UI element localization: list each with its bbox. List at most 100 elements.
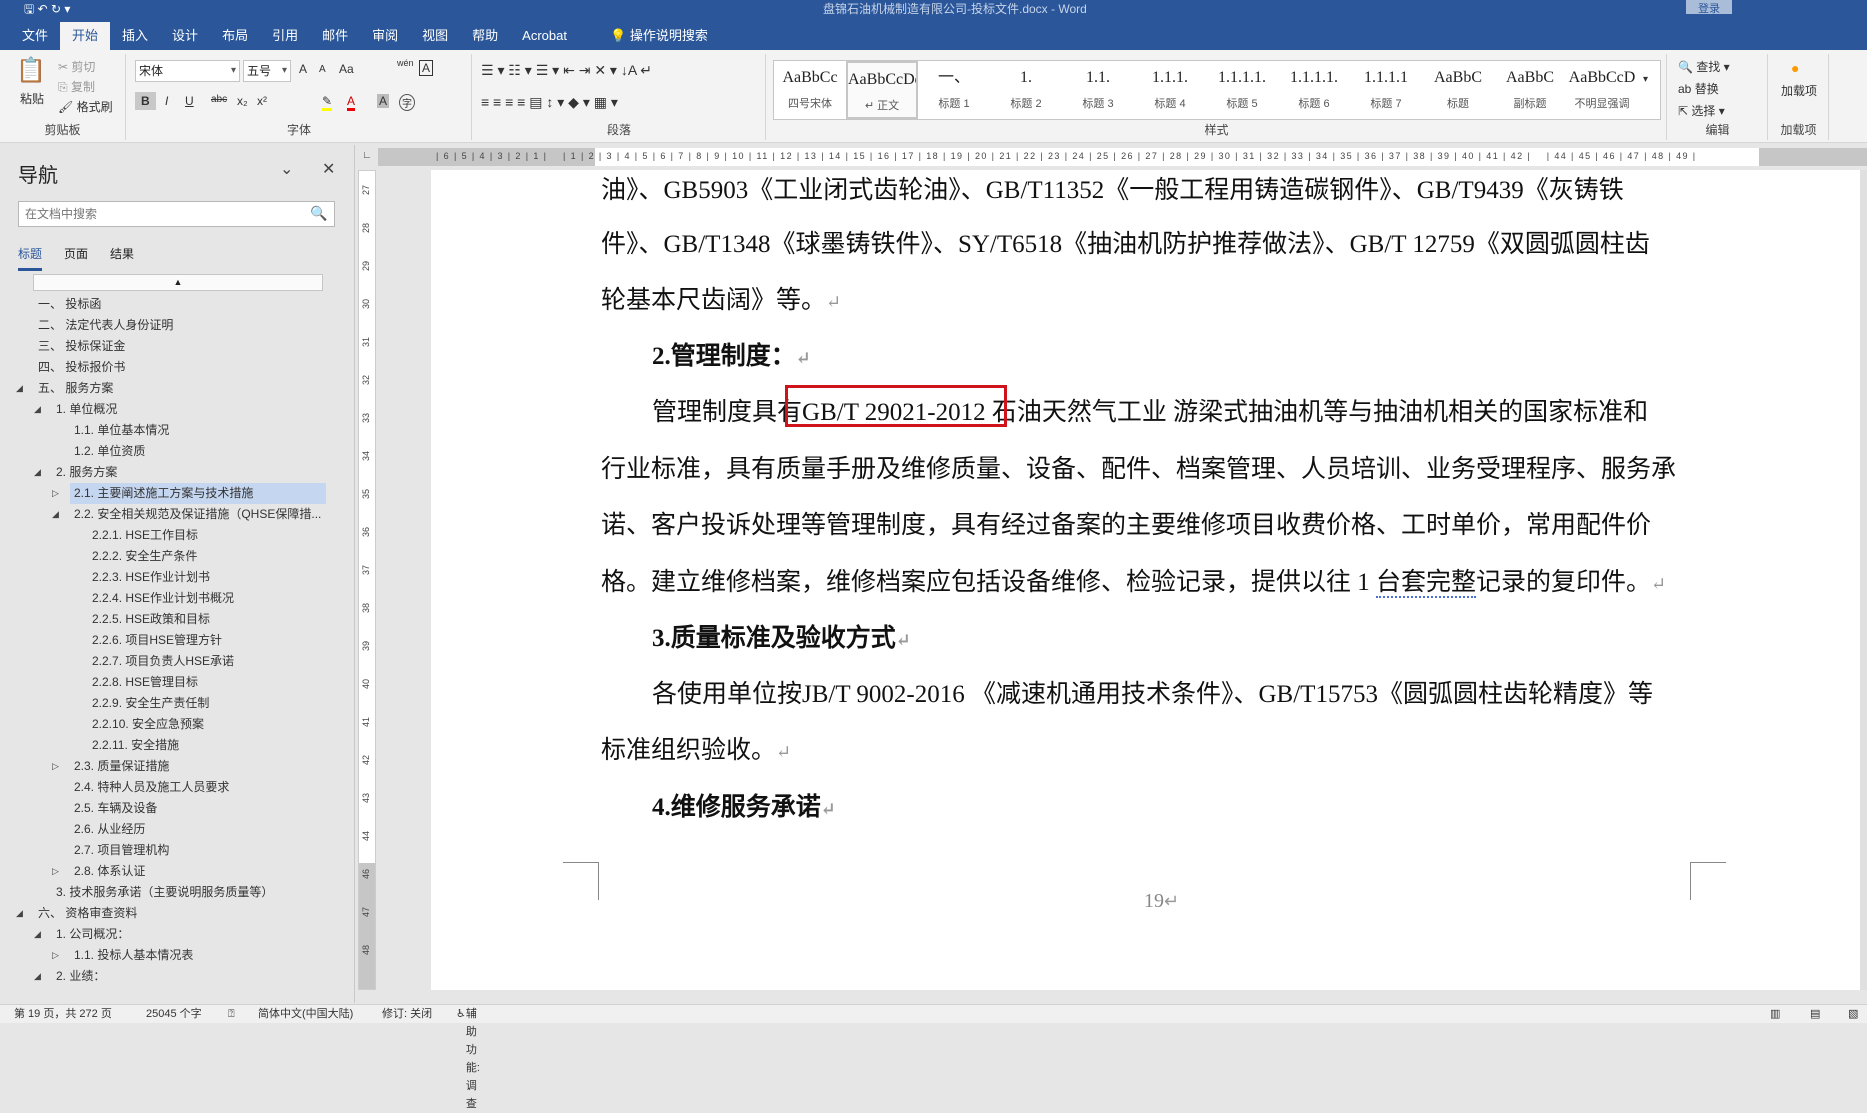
expanded-triangle-icon[interactable]: ◢	[34, 399, 41, 420]
nav-heading-item[interactable]: 2.2.10. 安全应急预案	[0, 714, 340, 735]
nav-heading-item[interactable]: 2.2.4. HSE作业计划书概况	[0, 588, 340, 609]
collapsed-triangle-icon[interactable]: ▷	[52, 861, 59, 882]
tab-8[interactable]: 视图	[410, 22, 460, 50]
style-item[interactable]: AaBbCcD 不明显强调	[1566, 61, 1638, 119]
select-button[interactable]: ⇱ 选择 ▾	[1678, 102, 1725, 119]
nav-heading-item[interactable]: 一、 投标函	[0, 294, 340, 315]
collapsed-triangle-icon[interactable]: ▷	[52, 483, 59, 504]
styles-more-icon[interactable]: ▾	[1643, 74, 1648, 85]
style-item[interactable]: 1.1.1.1 标题 7	[1350, 61, 1422, 119]
document-page[interactable]: 油》、GB5903《工业闭式齿轮油》、GB/T11352《一般工程用铸造碳钢件》…	[431, 170, 1860, 990]
grammar-flag[interactable]: 台套完整	[1376, 569, 1477, 598]
nav-heading-item[interactable]: 二、 法定代表人身份证明	[0, 315, 340, 336]
chevron-down-icon[interactable]: ⌄	[280, 159, 293, 179]
vertical-ruler[interactable]: 27 28 29 30 31 32 33 34 35 36 37 38 39 40 41 42 43 44 46 47…	[358, 170, 376, 990]
shading-button[interactable]: A	[377, 94, 390, 108]
tab-7[interactable]: 审阅	[360, 22, 410, 50]
font-color-button[interactable]: A	[347, 94, 356, 111]
style-item[interactable]: AaBbCc 四号宋体	[774, 61, 846, 119]
italic-button[interactable]: I	[165, 94, 168, 108]
tab-3[interactable]: 设计	[160, 22, 210, 50]
nav-tab[interactable]: 结果	[110, 245, 134, 271]
nav-heading-item[interactable]: ◢ 2.2. 安全相关规范及保证措施（QHSE保障措...	[0, 504, 340, 525]
nav-heading-item[interactable]: 2.4. 特种人员及施工人员要求	[0, 777, 340, 798]
replace-button[interactable]: ab 替换	[1678, 80, 1719, 97]
nav-heading-item[interactable]: ◢ 五、 服务方案	[0, 378, 340, 399]
superscript-button[interactable]: x²	[257, 94, 267, 108]
nav-heading-item[interactable]: 2.2.5. HSE政策和目标	[0, 609, 340, 630]
nav-tab[interactable]: 标题	[18, 245, 43, 271]
word-count[interactable]: 25045 个字	[146, 1005, 202, 1023]
expanded-triangle-icon[interactable]: ◢	[16, 378, 23, 399]
read-mode-icon[interactable]: ▥	[1770, 1005, 1780, 1023]
close-icon[interactable]: ✕	[322, 159, 335, 179]
char-border-button[interactable]: A	[419, 60, 434, 76]
nav-heading-item[interactable]: ▷ 2.1. 主要阐述施工方案与技术措施	[52, 483, 326, 504]
scroll-to-top-button[interactable]: ▲	[33, 274, 323, 291]
addins-button[interactable]: 加载项	[1775, 82, 1823, 99]
collapsed-triangle-icon[interactable]: ▷	[52, 945, 59, 966]
proofing-icon[interactable]: ⍰	[228, 1005, 235, 1023]
nav-heading-item[interactable]: ◢ 1. 单位概况	[0, 399, 340, 420]
nav-heading-item[interactable]: 2.7. 项目管理机构	[0, 840, 340, 861]
style-item[interactable]: 1.1.1.1. 标题 6	[1278, 61, 1350, 119]
tell-me-search[interactable]: 💡 操作说明搜索	[610, 22, 708, 50]
cut-button[interactable]: ✂ 剪切	[58, 58, 95, 75]
quick-access-icons[interactable]: 🖫 ↶ ↻ ▾	[24, 0, 70, 21]
alignment-icons[interactable]: ≡ ≡ ≡ ≡ ▤ ↕ ▾ ◆ ▾ ▦ ▾	[481, 94, 618, 111]
paste-button[interactable]: 粘贴	[20, 90, 44, 107]
bold-button[interactable]: B	[135, 92, 156, 110]
web-layout-icon[interactable]: ▧	[1848, 1005, 1858, 1023]
tab-1[interactable]: 开始	[60, 22, 111, 50]
nav-heading-item[interactable]: ▷ 2.3. 质量保证措施	[0, 756, 340, 777]
expanded-triangle-icon[interactable]: ◢	[16, 903, 23, 924]
nav-heading-item[interactable]: ◢ 2. 业绩：	[0, 966, 340, 987]
horizontal-ruler[interactable]: | 6 | 5 | 4 | 3 | 2 | 1 | | 1 | 2 | 3 | …	[378, 148, 1867, 166]
nav-heading-item[interactable]: 1.1. 单位基本情况	[0, 420, 340, 441]
nav-heading-item[interactable]: 2.2.6. 项目HSE管理方针	[0, 630, 340, 651]
nav-heading-item[interactable]: 2.2.7. 项目负责人HSE承诺	[0, 651, 340, 672]
tab-4[interactable]: 布局	[210, 22, 260, 50]
tab-9[interactable]: 帮助	[460, 22, 510, 50]
collapsed-triangle-icon[interactable]: ▷	[52, 756, 59, 777]
nav-heading-item[interactable]: 2.2.1. HSE工作目标	[0, 525, 340, 546]
nav-tab[interactable]: 页面	[64, 245, 88, 271]
login-button[interactable]: 登录	[1686, 0, 1732, 15]
search-icon[interactable]: 🔍	[310, 205, 327, 222]
expanded-triangle-icon[interactable]: ◢	[34, 462, 41, 483]
nav-heading-item[interactable]: 2.2.9. 安全生产责任制	[0, 693, 340, 714]
highlight-icon[interactable]: ✎	[322, 94, 333, 111]
style-item[interactable]: AaBbC 副标题	[1494, 61, 1566, 119]
nav-heading-item[interactable]: ◢ 1. 公司概况：	[0, 924, 340, 945]
nav-heading-item[interactable]: ◢ 六、 资格审查资料	[0, 903, 340, 924]
paste-icon[interactable]: 📋	[16, 56, 46, 85]
strikethrough-button[interactable]: abc	[211, 94, 227, 105]
style-item[interactable]: 1.1. 标题 3	[1062, 61, 1134, 119]
vertical-scrollbar[interactable]	[1860, 170, 1867, 990]
expanded-triangle-icon[interactable]: ◢	[34, 966, 41, 987]
grow-font-button[interactable]: A	[299, 62, 307, 76]
language[interactable]: 简体中文(中国大陆)	[258, 1005, 353, 1023]
nav-heading-item[interactable]: 2.2.8. HSE管理目标	[0, 672, 340, 693]
tab-2[interactable]: 插入	[110, 22, 160, 50]
nav-heading-item[interactable]: 2.2.3. HSE作业计划书	[0, 567, 340, 588]
style-item[interactable]: AaBbC 标题	[1422, 61, 1494, 119]
style-item[interactable]: 一、 标题 1	[918, 61, 990, 119]
style-item[interactable]: 1.1.1.1. 标题 5	[1206, 61, 1278, 119]
font-name-select[interactable]: 宋体	[135, 60, 240, 82]
addins-icon[interactable]: ●	[1791, 60, 1799, 76]
format-painter-button[interactable]: 🖌 格式刷	[58, 98, 113, 115]
tab-5[interactable]: 引用	[260, 22, 310, 50]
tab-0[interactable]: 文件	[10, 22, 60, 50]
nav-heading-item[interactable]: 四、 投标报价书	[0, 357, 340, 378]
nav-heading-item[interactable]: 1.2. 单位资质	[0, 441, 340, 462]
tab-10[interactable]: Acrobat	[510, 22, 579, 50]
change-case-button[interactable]: Aa	[339, 62, 354, 76]
shrink-font-button[interactable]: A	[319, 64, 326, 75]
expanded-triangle-icon[interactable]: ◢	[52, 504, 59, 525]
nav-heading-item[interactable]: 2.5. 车辆及设备	[0, 798, 340, 819]
style-item[interactable]: AaBbCcDdE ↵ 正文	[846, 61, 918, 119]
tab-6[interactable]: 邮件	[310, 22, 360, 50]
nav-heading-item[interactable]: 2.2.11. 安全措施	[0, 735, 340, 756]
tab-stop-selector[interactable]: ∟	[359, 150, 375, 166]
